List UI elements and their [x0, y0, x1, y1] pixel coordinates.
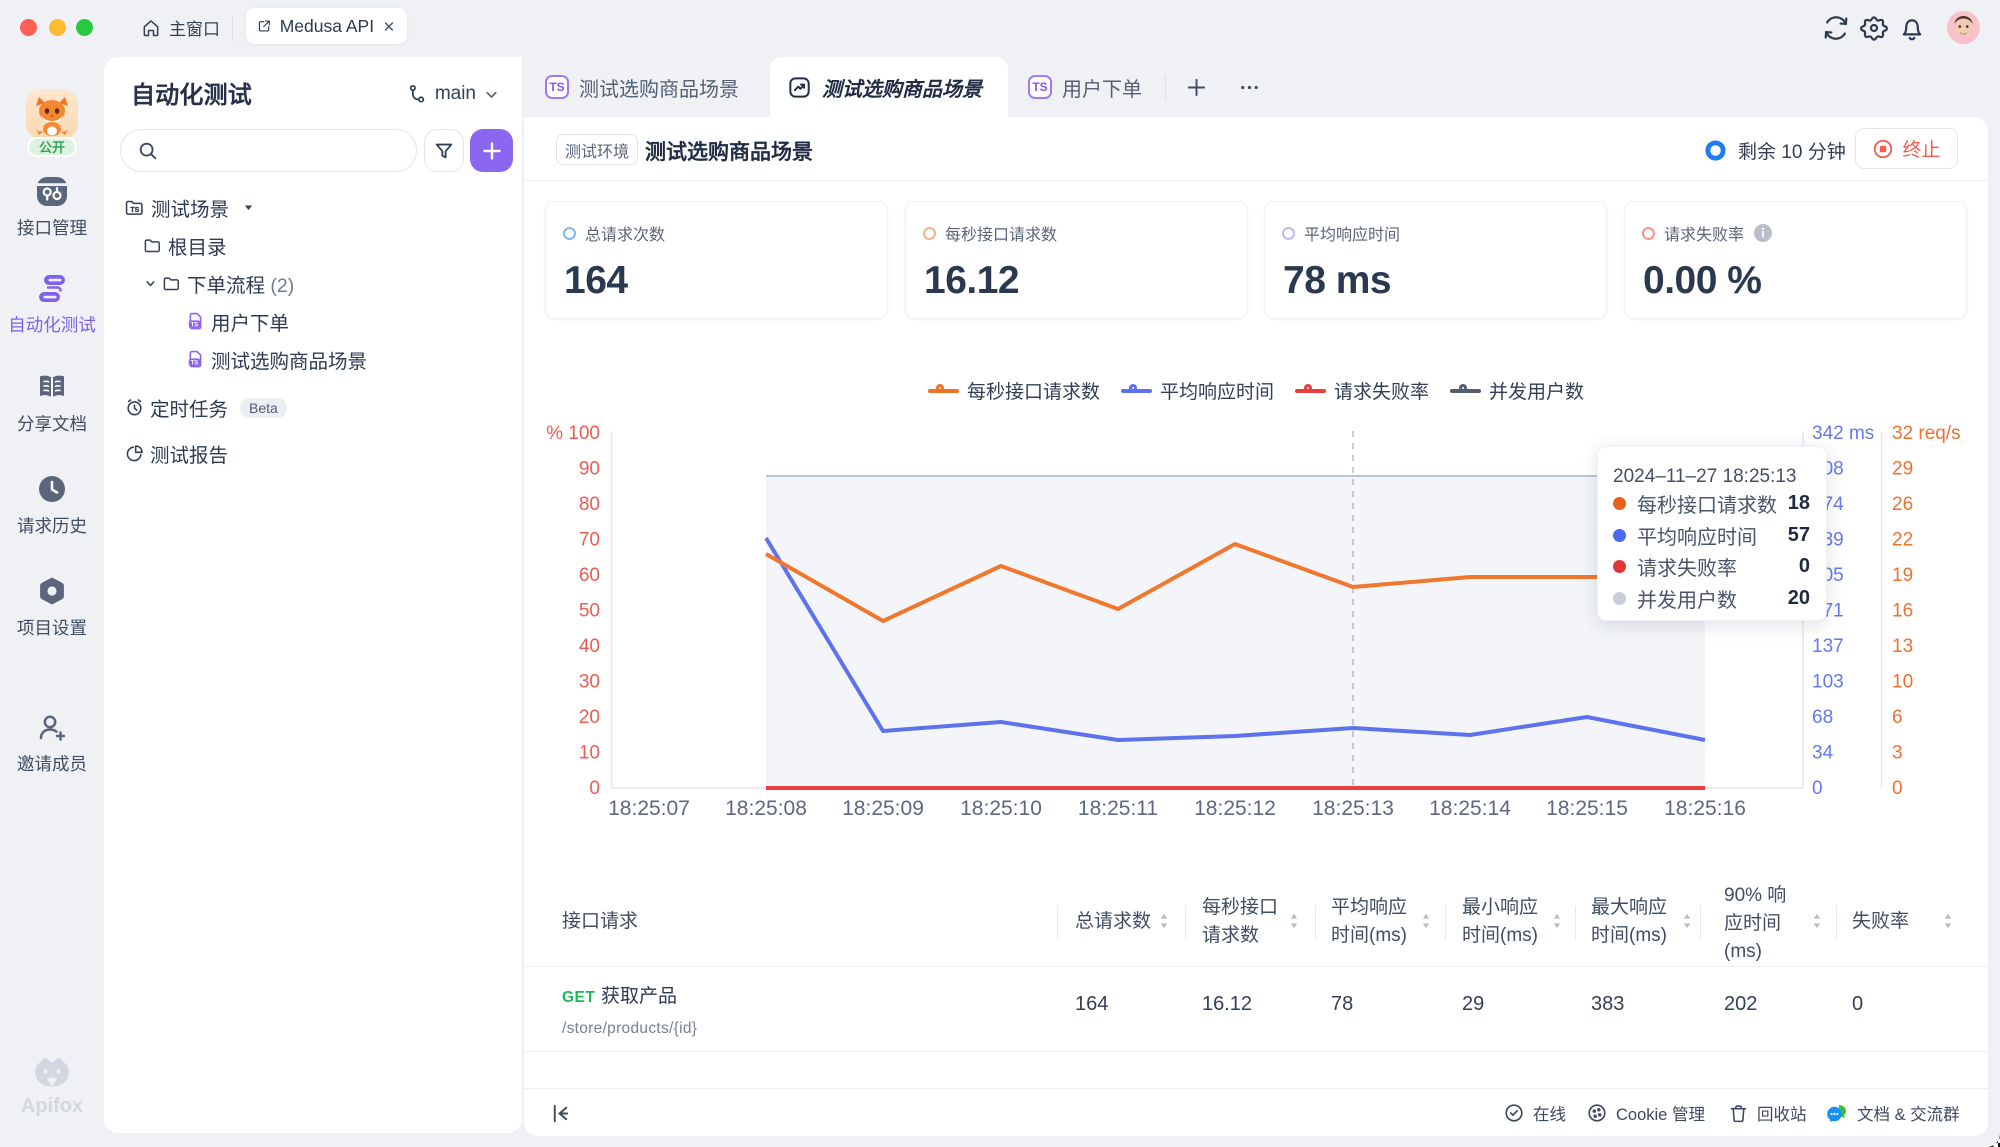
svg-text:18:25:15: 18:25:15 — [1546, 797, 1628, 820]
svg-text:70: 70 — [579, 530, 600, 551]
svg-text:20: 20 — [579, 707, 600, 728]
svg-text:16: 16 — [1892, 601, 1913, 622]
svg-text:137: 137 — [1812, 636, 1844, 657]
svg-text:34: 34 — [1812, 743, 1834, 764]
svg-text:18:25:12: 18:25:12 — [1194, 797, 1276, 820]
svg-text:% 100: % 100 — [546, 423, 600, 444]
svg-text:18:25:16: 18:25:16 — [1664, 797, 1746, 820]
svg-text:18:25:08: 18:25:08 — [725, 797, 807, 820]
svg-text:18:25:09: 18:25:09 — [842, 797, 924, 820]
svg-text:19: 19 — [1892, 565, 1913, 586]
svg-text:10: 10 — [579, 743, 600, 764]
svg-text:40: 40 — [579, 636, 600, 657]
svg-text:0: 0 — [1812, 778, 1823, 799]
svg-text:90: 90 — [579, 459, 600, 480]
svg-text:18:25:10: 18:25:10 — [960, 797, 1042, 820]
svg-text:0: 0 — [589, 778, 600, 799]
svg-text:50: 50 — [579, 601, 600, 622]
svg-text:10: 10 — [1892, 672, 1913, 693]
svg-text:32 req/s: 32 req/s — [1892, 423, 1961, 444]
svg-text:60: 60 — [579, 565, 600, 586]
svg-text:18:25:13: 18:25:13 — [1312, 797, 1394, 820]
svg-text:18:25:07: 18:25:07 — [608, 797, 690, 820]
svg-text:342 ms: 342 ms — [1812, 423, 1874, 444]
svg-text:3: 3 — [1892, 743, 1903, 764]
svg-text:18:25:14: 18:25:14 — [1429, 797, 1511, 820]
svg-text:TS: TS — [130, 207, 139, 214]
svg-text:TS: TS — [191, 323, 199, 329]
svg-text:6: 6 — [1892, 707, 1903, 728]
svg-text:TS: TS — [191, 361, 199, 367]
svg-text:103: 103 — [1812, 672, 1844, 693]
svg-text:13: 13 — [1892, 636, 1913, 657]
svg-text:30: 30 — [579, 672, 600, 693]
svg-text:26: 26 — [1892, 494, 1913, 515]
svg-text:18:25:11: 18:25:11 — [1078, 797, 1158, 820]
svg-text:0: 0 — [1892, 778, 1903, 799]
svg-text:29: 29 — [1892, 459, 1913, 480]
svg-text:68: 68 — [1812, 707, 1833, 728]
svg-text:80: 80 — [579, 494, 600, 515]
svg-text:22: 22 — [1892, 530, 1913, 551]
